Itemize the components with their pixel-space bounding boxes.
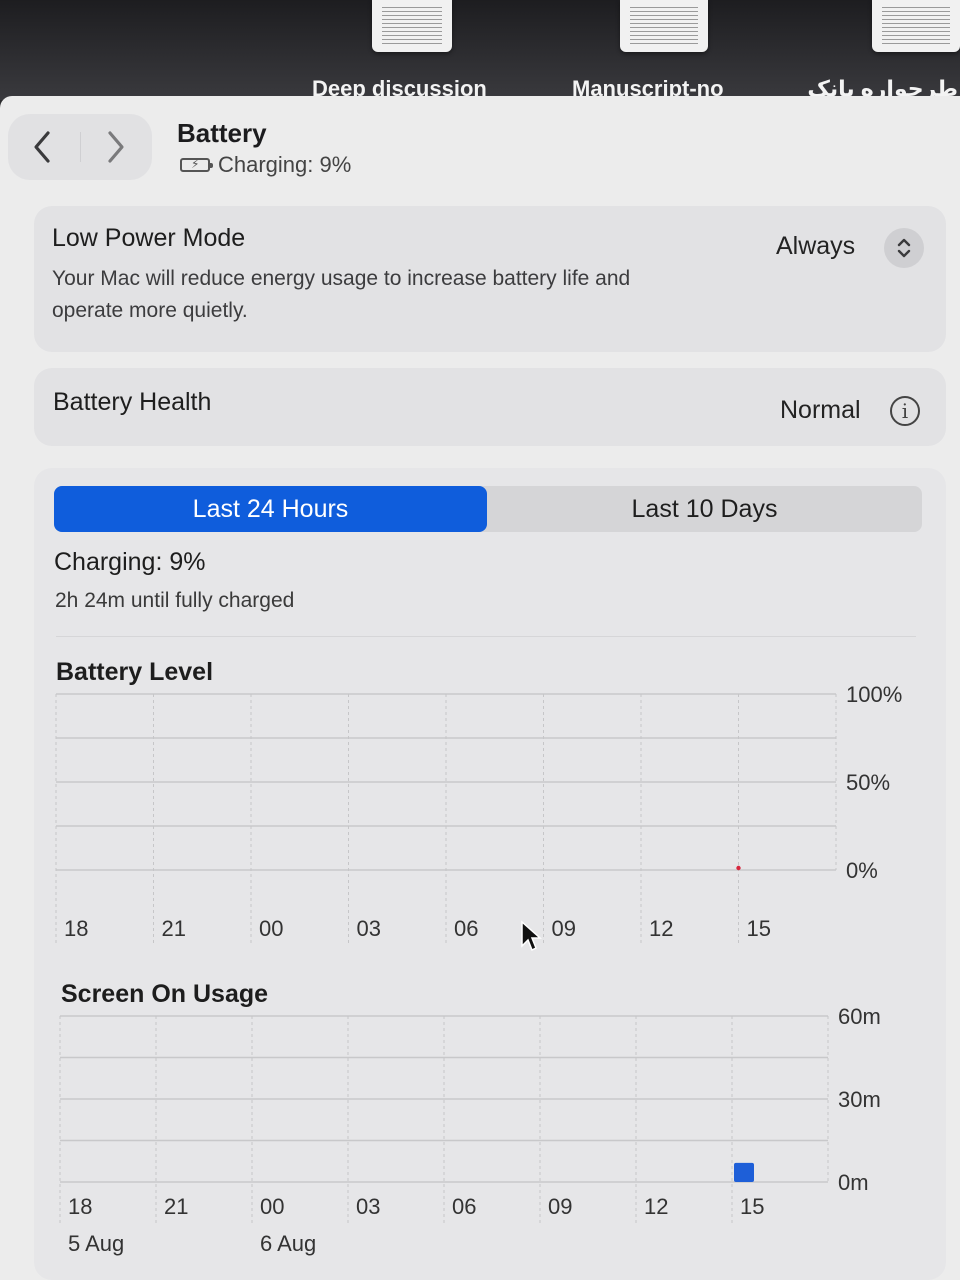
desktop-background: Deep discussion Manuscript-no طرحواره با… [0,0,960,101]
desktop-file-thumbnail[interactable] [872,0,960,52]
x-tick-label: 03 [356,1194,380,1219]
forward-button[interactable] [92,124,138,170]
x-tick-label: 09 [548,1194,572,1219]
time-range-segmented-control: Last 24 Hours Last 10 Days [54,486,922,532]
screen-on-usage-chart-title: Screen On Usage [61,980,269,1008]
battery-health-value: Normal [780,396,861,424]
description-line: operate more quietly. [52,299,248,322]
usage-bar [734,1162,754,1182]
low-power-mode-card: Low Power Mode Your Mac will reduce ener… [34,206,946,352]
battery-health-title: Battery Health [53,388,212,416]
section-divider [56,636,916,637]
up-down-chevron-icon [897,238,911,258]
low-power-mode-title: Low Power Mode [52,224,246,252]
x-tick-label: 18 [64,916,88,941]
tab-last-10-days[interactable]: Last 10 Days [487,486,922,532]
date-label: 5 Aug [68,1231,124,1256]
x-tick-label: 15 [747,916,771,941]
x-tick-label: 00 [259,916,283,941]
mouse-pointer-icon [521,920,542,952]
low-power-mode-select[interactable]: Always [776,232,855,261]
time-until-charged: 2h 24m until fully charged [55,589,295,612]
battery-level-point [736,865,741,871]
chevron-right-icon [108,131,124,163]
y-tick-label: 0m [838,1170,869,1195]
y-tick-label: 100% [846,686,902,707]
x-tick-label: 09 [552,916,576,941]
charging-status-subtitle: ⚡ Charging: 9% [180,152,351,178]
navigation-buttons [8,114,152,180]
low-power-mode-stepper[interactable] [884,228,924,268]
x-tick-label: 12 [644,1194,668,1219]
x-tick-label: 12 [649,916,673,941]
battery-charging-icon: ⚡ [180,157,213,172]
x-tick-label: 06 [454,916,478,941]
subtitle-text: Charging: 9% [218,152,352,177]
battery-health-card: Battery Health Normal i [34,368,946,446]
y-tick-label: 60m [838,1008,881,1029]
x-tick-label: 06 [452,1194,476,1219]
screen-on-usage-chart: 18 21 00 03 06 09 12 15 60m 30m 0m 5 Aug 6 Aug [59,1008,881,1256]
info-icon[interactable]: i [890,396,920,426]
y-tick-label: 30m [838,1087,881,1112]
chevron-left-icon [34,131,50,163]
low-power-mode-description: Your Mac will reduce energy usage to inc… [52,263,630,327]
charging-status: Charging: 9% [54,548,206,576]
back-button[interactable] [20,124,66,170]
x-tick-label: 00 [260,1194,284,1219]
x-tick-label: 18 [68,1194,92,1219]
y-tick-label: 0% [846,858,878,883]
date-label: 6 Aug [260,1231,316,1256]
x-tick-label: 21 [162,916,186,941]
y-tick-label: 50% [846,770,890,795]
x-tick-label: 03 [357,916,381,941]
desktop-file-thumbnail[interactable] [620,0,708,52]
page-title: Battery [177,118,267,148]
tab-last-24-hours[interactable]: Last 24 Hours [54,486,487,532]
x-tick-label: 15 [740,1194,764,1219]
nav-divider [80,132,81,162]
battery-level-chart-title: Battery Level [56,658,214,686]
battery-level-chart: 18 21 00 03 06 09 12 15 100% 50% 0% [55,686,902,946]
description-line: Your Mac will reduce energy usage to inc… [52,267,631,290]
x-tick-label: 21 [164,1194,188,1219]
desktop-file-thumbnail[interactable] [372,0,452,52]
battery-settings-window: Battery ⚡ Charging: 9% Low Power Mode Yo… [0,96,960,1280]
